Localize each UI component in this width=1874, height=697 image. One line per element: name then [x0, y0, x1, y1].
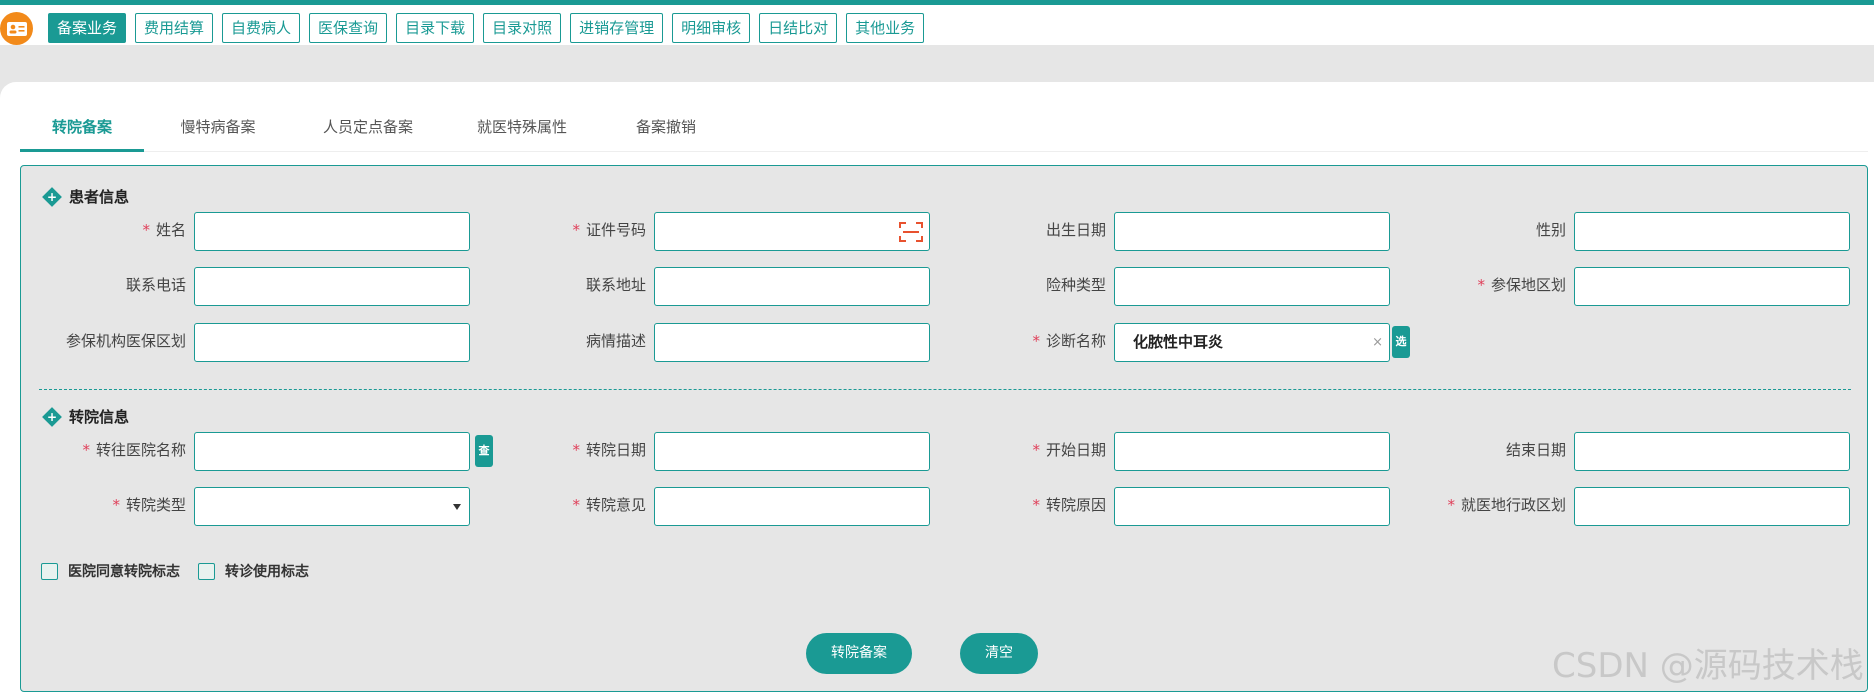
transfer-opinion-label: * 转院意见 — [572, 496, 646, 514]
nav-item-daily-compare[interactable]: 日结比对 — [759, 13, 838, 43]
nav-item-filing[interactable]: 备案业务 — [48, 13, 127, 43]
agency-region-label: 参保机构医保区划 — [65, 332, 186, 350]
target-hospital-label: * 转往医院名称 — [82, 441, 186, 459]
scan-icon[interactable] — [899, 221, 923, 243]
insurance-type-input[interactable] — [1114, 267, 1390, 306]
plus-diamond-icon: + — [42, 406, 62, 427]
admin-region-input[interactable] — [1574, 487, 1850, 526]
id-card-icon — [6, 21, 27, 36]
diagnosis-label: * 诊断名称 — [1032, 332, 1106, 350]
gender-label: 性别 — [1535, 221, 1566, 239]
admin-region-label: * 就医地行政区划 — [1447, 496, 1566, 514]
tab-filing-cancel[interactable]: 备案撤销 — [616, 112, 716, 152]
diagnosis-input[interactable]: 化脓性中耳炎 × — [1114, 323, 1390, 362]
agency-region-input[interactable] — [194, 323, 470, 362]
transfer-opinion-input[interactable] — [654, 487, 930, 526]
hospital-agree-checkbox[interactable]: 医院同意转院标志 — [41, 561, 180, 581]
top-nav-bar: 备案业务 费用结算 自费病人 医保查询 目录下载 目录对照 进销存管理 明细审核… — [0, 0, 1874, 45]
name-input[interactable] — [194, 212, 470, 251]
watermark: CSDN @源码技术栈 — [1552, 646, 1864, 686]
tab-transfer-filing[interactable]: 转院备案 — [20, 112, 144, 152]
end-date-input[interactable] — [1574, 432, 1850, 471]
insured-region-input[interactable] — [1574, 267, 1850, 306]
tab-chronic-disease[interactable]: 慢特病备案 — [168, 112, 268, 152]
nav-item-settlement[interactable]: 费用结算 — [135, 13, 214, 43]
id-number-label: * 证件号码 — [572, 221, 646, 239]
address-input[interactable] — [654, 267, 930, 306]
clear-button[interactable]: 清空 — [960, 633, 1038, 674]
checkbox-label: 医院同意转院标志 — [68, 564, 180, 580]
nav-item-inventory[interactable]: 进销存管理 — [570, 13, 664, 43]
phone-label: 联系电话 — [125, 276, 186, 294]
checkbox-label: 转诊使用标志 — [225, 564, 309, 580]
checkbox-box[interactable] — [41, 562, 58, 580]
transfer-reason-input[interactable] — [1114, 487, 1390, 526]
submit-transfer-button[interactable]: 转院备案 — [806, 633, 912, 674]
nav-item-detail-audit[interactable]: 明细审核 — [672, 13, 751, 43]
transfer-type-label: * 转院类型 — [112, 496, 186, 514]
start-date-input[interactable] — [1114, 432, 1390, 471]
birth-date-input[interactable] — [1114, 212, 1390, 251]
insurance-type-label: 险种类型 — [1045, 276, 1106, 294]
checkbox-box[interactable] — [198, 562, 215, 580]
gender-input[interactable] — [1574, 212, 1850, 251]
diagnosis-pick-button[interactable]: 选 — [1392, 326, 1410, 358]
app-logo — [0, 12, 33, 45]
condition-desc-label: 病情描述 — [585, 332, 646, 350]
tab-special-attribute[interactable]: 就医特殊属性 — [464, 112, 580, 152]
referral-use-checkbox[interactable]: 转诊使用标志 — [198, 561, 309, 581]
caret-down-icon — [453, 504, 461, 510]
tab-bar: 转院备案 慢特病备案 人员定点备案 就医特殊属性 备案撤销 — [20, 112, 1868, 152]
patient-section-title: + 患者信息 — [42, 186, 129, 207]
phone-input[interactable] — [194, 267, 470, 306]
transfer-form: + 患者信息 * 姓名 * 证件号码 出生日期 性别 联系电话 联系地址 险种类型 … — [20, 165, 1868, 692]
main-panel: 转院备案 慢特病备案 人员定点备案 就医特殊属性 备案撤销 + 患者信息 * 姓名… — [0, 82, 1874, 697]
birth-date-label: 出生日期 — [1045, 221, 1106, 239]
clear-icon[interactable]: × — [1372, 324, 1383, 361]
target-hospital-input[interactable] — [194, 432, 470, 471]
end-date-label: 结束日期 — [1505, 441, 1566, 459]
insured-region-label: * 参保地区划 — [1477, 276, 1566, 294]
transfer-reason-label: * 转院原因 — [1032, 496, 1106, 514]
nav-item-catalog-download[interactable]: 目录下载 — [396, 13, 475, 43]
id-number-input[interactable] — [654, 212, 930, 251]
hospital-search-button[interactable]: 查 — [475, 435, 493, 467]
condition-desc-input[interactable] — [654, 323, 930, 362]
nav-item-self-pay[interactable]: 自费病人 — [222, 13, 301, 43]
nav-item-insurance-query[interactable]: 医保查询 — [309, 13, 388, 43]
tab-designated-person[interactable]: 人员定点备案 — [310, 112, 426, 152]
transfer-date-input[interactable] — [654, 432, 930, 471]
name-label: * 姓名 — [142, 221, 186, 239]
address-label: 联系地址 — [585, 276, 646, 294]
transfer-section-title: + 转院信息 — [42, 406, 129, 427]
transfer-date-label: * 转院日期 — [572, 441, 646, 459]
plus-diamond-icon: + — [42, 186, 62, 207]
start-date-label: * 开始日期 — [1032, 441, 1106, 459]
nav-item-catalog-mapping[interactable]: 目录对照 — [483, 13, 562, 43]
transfer-type-select[interactable] — [194, 487, 470, 526]
diagnosis-value: 化脓性中耳炎 — [1133, 333, 1224, 351]
nav-item-other[interactable]: 其他业务 — [846, 13, 925, 43]
section-divider — [39, 389, 1851, 390]
main-nav: 备案业务 费用结算 自费病人 医保查询 目录下载 目录对照 进销存管理 明细审核… — [48, 13, 925, 43]
